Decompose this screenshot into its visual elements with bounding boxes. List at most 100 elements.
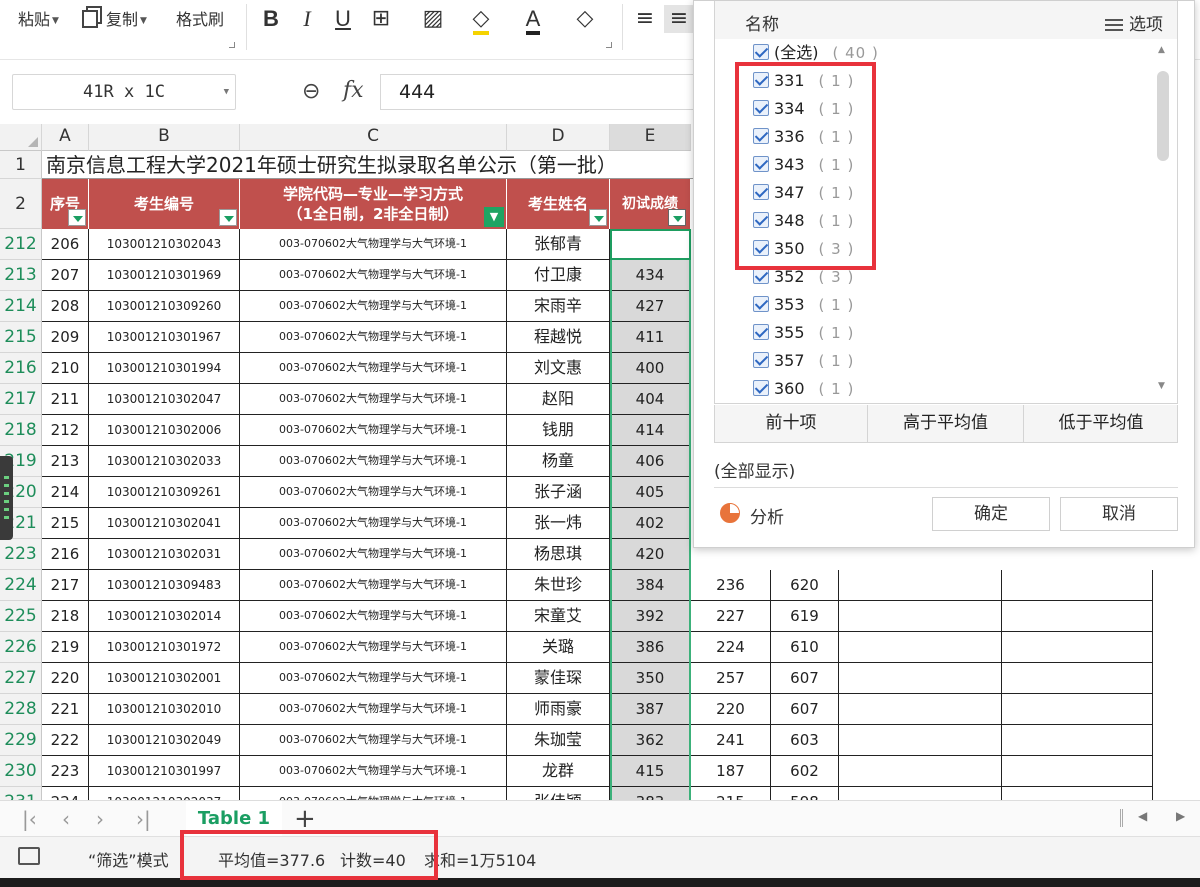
table-cell-id[interactable]: 103001210302010 xyxy=(89,694,240,725)
copy-dropdown-icon[interactable]: ▼ xyxy=(140,16,147,26)
table-cell-seq[interactable]: 224 xyxy=(42,787,89,800)
table-cell-i[interactable] xyxy=(1002,725,1153,756)
scroll-left-icon[interactable]: ◀ xyxy=(1138,809,1147,823)
table-cell-i[interactable] xyxy=(1002,632,1153,663)
row-header[interactable]: 227 xyxy=(0,663,42,694)
header-name[interactable]: 考生姓名 xyxy=(507,179,610,229)
table-cell-seq[interactable]: 214 xyxy=(42,477,89,508)
table-cell-h[interactable] xyxy=(839,787,1002,800)
align-center-button[interactable]: ≡ xyxy=(664,5,694,33)
scroll-right-icon[interactable]: ▶ xyxy=(1176,809,1185,823)
table-cell-id[interactable]: 103001210302043 xyxy=(89,229,240,260)
table-cell-name[interactable]: 张郁青 xyxy=(507,229,610,260)
table-cell-name[interactable]: 张佳颖 xyxy=(507,787,610,800)
table-cell-id[interactable]: 103001210302006 xyxy=(89,415,240,446)
show-all-link[interactable]: (全部显示) xyxy=(714,457,795,482)
table-cell-major[interactable]: 003-070602大气物理学与大气环境-1 xyxy=(240,663,507,694)
column-header-d[interactable]: D xyxy=(507,124,610,151)
scroll-up-icon[interactable]: ▲ xyxy=(1158,45,1165,55)
first-sheet-icon[interactable]: |‹ xyxy=(22,807,37,831)
table-cell-name[interactable]: 朱世珍 xyxy=(507,570,610,601)
table-cell-name[interactable]: 宋童艾 xyxy=(507,601,610,632)
row-header-2[interactable]: 2 xyxy=(0,179,42,229)
cancel-button[interactable]: 取消 xyxy=(1060,497,1178,531)
table-cell-g[interactable]: 602 xyxy=(771,756,839,787)
table-cell-g[interactable]: 607 xyxy=(771,663,839,694)
table-cell-g[interactable]: 603 xyxy=(771,725,839,756)
last-sheet-icon[interactable]: ›| xyxy=(136,807,151,831)
below-average-button[interactable]: 低于平均值 xyxy=(1024,405,1178,442)
table-cell-major[interactable]: 003-070602大气物理学与大气环境-1 xyxy=(240,787,507,800)
scrollbar-thumb[interactable] xyxy=(1157,71,1169,161)
table-cell-f[interactable]: 187 xyxy=(691,756,771,787)
table-cell-major[interactable]: 003-070602大气物理学与大气环境-1 xyxy=(240,477,507,508)
checkbox-checked-icon[interactable] xyxy=(753,380,769,396)
table-cell-major[interactable]: 003-070602大气物理学与大气环境-1 xyxy=(240,229,507,260)
table-cell-i[interactable] xyxy=(1002,694,1153,725)
name-box[interactable]: 41R x 1C ▼ xyxy=(12,74,236,110)
table-cell-major[interactable]: 003-070602大气物理学与大气环境-1 xyxy=(240,508,507,539)
table-cell-id[interactable]: 103001210302049 xyxy=(89,725,240,756)
align-left-button[interactable]: ≡ xyxy=(630,5,660,33)
table-cell-id[interactable]: 103001210302033 xyxy=(89,446,240,477)
table-cell-major[interactable]: 003-070602大气物理学与大气环境-1 xyxy=(240,353,507,384)
row-header[interactable]: 224 xyxy=(0,570,42,601)
table-cell-name[interactable]: 张子涵 xyxy=(507,477,610,508)
table-cell-f[interactable]: 220 xyxy=(691,694,771,725)
table-cell-seq[interactable]: 210 xyxy=(42,353,89,384)
table-cell-name[interactable]: 张一炜 xyxy=(507,508,610,539)
table-cell-i[interactable] xyxy=(1002,570,1153,601)
header-exam-id[interactable]: 考生编号 xyxy=(89,179,240,229)
row-header[interactable]: 226 xyxy=(0,632,42,663)
table-cell-major[interactable]: 003-070602大气物理学与大气环境-1 xyxy=(240,601,507,632)
fill-color-button[interactable]: ◇ xyxy=(466,5,496,35)
table-cell-name[interactable]: 刘文惠 xyxy=(507,353,610,384)
table-cell-g[interactable]: 620 xyxy=(771,570,839,601)
filter-dropdown-icon[interactable] xyxy=(219,209,237,226)
filter-dropdown-icon[interactable] xyxy=(589,209,607,226)
bold-button[interactable]: B xyxy=(256,5,286,33)
filter-list-item[interactable]: 357 ( 1 ) xyxy=(753,349,854,373)
table-cell-id[interactable]: 103001210302041 xyxy=(89,508,240,539)
filter-list-item[interactable]: 353 ( 1 ) xyxy=(753,293,854,317)
table-cell-name[interactable]: 宋雨辛 xyxy=(507,291,610,322)
scroll-down-icon[interactable]: ▼ xyxy=(1158,381,1165,391)
clipboard-group-expander-icon[interactable] xyxy=(229,42,235,48)
table-cell-seq[interactable]: 216 xyxy=(42,539,89,570)
column-header-e[interactable]: E xyxy=(610,124,691,151)
row-header[interactable]: 225 xyxy=(0,601,42,632)
ok-button[interactable]: 确定 xyxy=(932,497,1050,531)
clear-format-button[interactable]: ◇ xyxy=(570,5,600,33)
filter-list-item[interactable]: 355 ( 1 ) xyxy=(753,321,854,345)
table-cell-seq[interactable]: 207 xyxy=(42,260,89,291)
table-cell-i[interactable] xyxy=(1002,787,1153,800)
paste-dropdown-icon[interactable]: ▼ xyxy=(52,16,59,26)
table-cell-name[interactable]: 程越悦 xyxy=(507,322,610,353)
row-header[interactable]: 223 xyxy=(0,539,42,570)
table-cell-seq[interactable]: 219 xyxy=(42,632,89,663)
checkbox-checked-icon[interactable] xyxy=(753,352,769,368)
table-cell-h[interactable] xyxy=(839,570,1002,601)
table-cell-major[interactable]: 003-070602大气物理学与大气环境-1 xyxy=(240,632,507,663)
column-header-c[interactable]: C xyxy=(240,124,507,151)
checkbox-checked-icon[interactable] xyxy=(753,296,769,312)
table-cell-h[interactable] xyxy=(839,756,1002,787)
table-cell-seq[interactable]: 209 xyxy=(42,322,89,353)
table-cell-name[interactable]: 关璐 xyxy=(507,632,610,663)
table-cell-name[interactable]: 龙群 xyxy=(507,756,610,787)
table-cell-name[interactable]: 蒙佳琛 xyxy=(507,663,610,694)
table-cell-id[interactable]: 103001210309483 xyxy=(89,570,240,601)
table-cell-f[interactable]: 241 xyxy=(691,725,771,756)
checkbox-checked-icon[interactable] xyxy=(753,324,769,340)
table-cell-major[interactable]: 003-070602大气物理学与大气环境-1 xyxy=(240,725,507,756)
pie-chart-icon[interactable] xyxy=(720,503,740,523)
table-cell-name[interactable]: 杨童 xyxy=(507,446,610,477)
function-icon[interactable]: fx xyxy=(343,78,364,103)
row-header[interactable]: 229 xyxy=(0,725,42,756)
table-cell-name[interactable]: 赵阳 xyxy=(507,384,610,415)
table-cell-seq[interactable]: 213 xyxy=(42,446,89,477)
table-cell-f[interactable]: 236 xyxy=(691,570,771,601)
copy-button[interactable]: 复制 ▼ xyxy=(82,8,147,32)
row-header[interactable]: 213 xyxy=(0,260,42,291)
borders-button[interactable]: ⊞ xyxy=(366,5,396,33)
